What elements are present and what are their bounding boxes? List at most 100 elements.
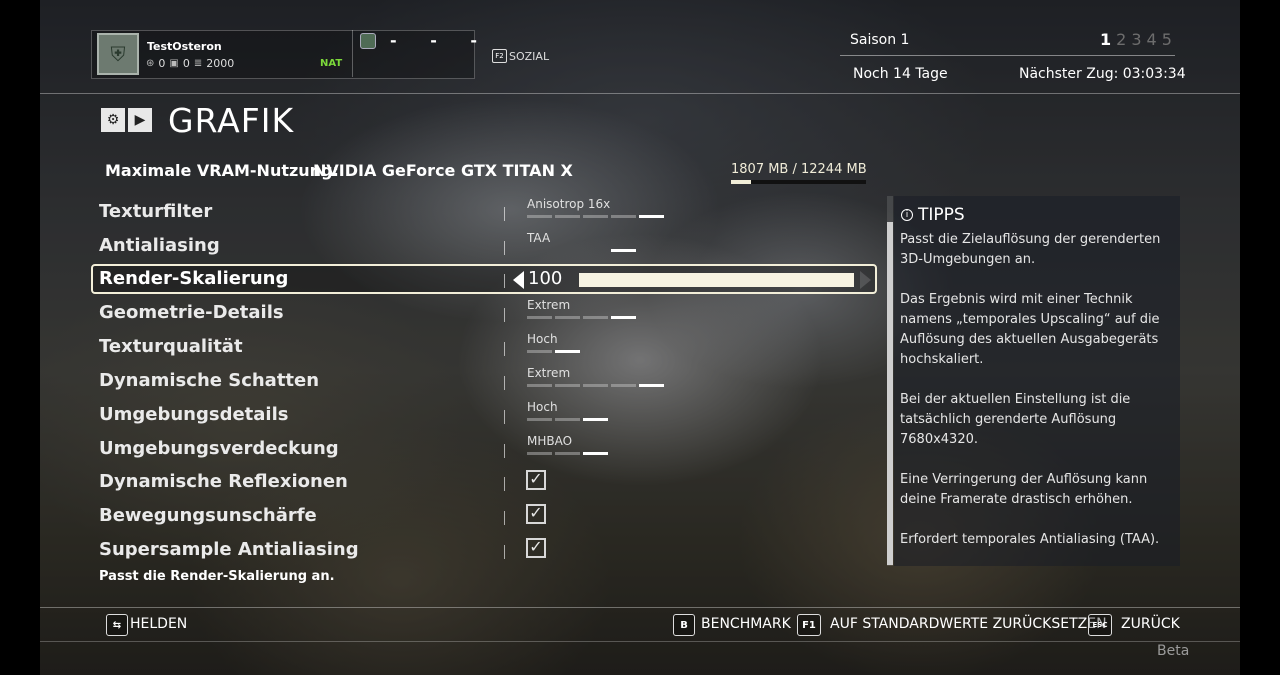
tips-body: Passt die Zielauflösung der gerenderten … bbox=[900, 230, 1175, 570]
level-segment bbox=[527, 384, 552, 387]
season-round-indicator: 1 2 3 4 5 bbox=[1100, 30, 1172, 49]
guild-emblem-icon bbox=[360, 33, 376, 49]
setting-value: TAA bbox=[527, 231, 551, 245]
level-segment bbox=[527, 316, 552, 319]
round-4: 4 bbox=[1146, 30, 1157, 49]
row-divider bbox=[504, 342, 505, 356]
render-scale-slider[interactable] bbox=[579, 273, 854, 287]
currency-icon: ≣ bbox=[193, 58, 203, 69]
checkbox-checked-icon[interactable]: ✓ bbox=[526, 470, 546, 490]
level-segment bbox=[527, 350, 552, 353]
social-button[interactable]: SOZIAL bbox=[509, 50, 549, 63]
tips-title: TIPPS bbox=[918, 205, 965, 225]
level-segment bbox=[583, 418, 608, 421]
scrollbar-thumb[interactable] bbox=[887, 222, 893, 565]
tip-paragraph: Erfordert temporales Antialiasing (TAA). bbox=[900, 532, 1160, 547]
benchmark-button[interactable]: BENCHMARK bbox=[701, 616, 791, 632]
level-segment bbox=[555, 215, 580, 218]
tips-header: i TIPPS bbox=[901, 205, 965, 225]
level-indicator bbox=[527, 249, 636, 252]
setting-label: Umgebungsdetails bbox=[99, 404, 289, 425]
round-5: 5 bbox=[1161, 30, 1172, 49]
stat-2: 0 bbox=[182, 57, 190, 70]
checkbox-checked-icon[interactable]: ✓ bbox=[526, 538, 546, 558]
game-background: ⛨ TestOsteron ⊛ 0 ▣ 0 ≣ 2000 NAT - - - F… bbox=[40, 0, 1240, 675]
render-scale-value: 100 bbox=[528, 268, 563, 289]
round-2: 2 bbox=[1116, 30, 1127, 49]
row-divider bbox=[504, 444, 505, 458]
benchmark-key[interactable]: B bbox=[673, 614, 695, 636]
heroes-button[interactable]: HELDEN bbox=[130, 616, 187, 632]
tip-paragraph: Passt die Zielauflösung der gerenderten … bbox=[900, 232, 1161, 267]
level-segment bbox=[611, 384, 636, 387]
vram-usage-bar bbox=[731, 180, 866, 184]
season-title: Saison 1 bbox=[850, 32, 910, 48]
info-icon: i bbox=[901, 209, 913, 221]
setting-row-render-skalierung[interactable]: Render-Skalierung 100 bbox=[91, 264, 877, 294]
setting-row-bewegungsunschaerfe[interactable]: Bewegungsunschärfe ✓ bbox=[91, 501, 877, 531]
reset-defaults-button[interactable]: AUF STANDARDWERTE ZURÜCKSETZEN bbox=[830, 616, 1107, 632]
setting-value: Anisotrop 16x bbox=[527, 197, 611, 211]
steel-icon: ⊛ bbox=[146, 58, 155, 69]
round-3: 3 bbox=[1131, 30, 1142, 49]
increase-arrow-icon[interactable] bbox=[860, 271, 871, 289]
level-indicator bbox=[527, 215, 664, 218]
level-segment bbox=[527, 418, 552, 421]
gpu-name: NVIDIA GeForce GTX TITAN X bbox=[313, 161, 573, 180]
heroes-key-icon[interactable]: ⇆ bbox=[106, 614, 128, 636]
setting-label: Texturfilter bbox=[99, 201, 213, 222]
level-segment bbox=[639, 215, 664, 218]
level-indicator bbox=[527, 384, 664, 387]
level-segment bbox=[639, 384, 664, 387]
setting-description: Passt die Render-Skalierung an. bbox=[99, 569, 335, 584]
setting-row-geometrie-details[interactable]: Geometrie-Details Extrem bbox=[91, 298, 877, 328]
setting-row-supersample-antialiasing[interactable]: Supersample Antialiasing ✓ bbox=[91, 535, 877, 565]
level-segment bbox=[583, 215, 608, 218]
rank-placeholder: - - - bbox=[390, 31, 492, 50]
level-segment bbox=[555, 350, 580, 353]
row-divider bbox=[504, 207, 505, 221]
setting-row-antialiasing[interactable]: Antialiasing TAA bbox=[91, 231, 877, 261]
setting-label: Umgebungsverdeckung bbox=[99, 438, 339, 459]
setting-label: Antialiasing bbox=[99, 235, 220, 256]
level-segment bbox=[611, 316, 636, 319]
vram-usage-text: 1807 MB / 12244 MB bbox=[731, 162, 867, 177]
level-indicator bbox=[527, 452, 608, 455]
setting-label: Render-Skalierung bbox=[99, 268, 289, 289]
checkbox-checked-icon[interactable]: ✓ bbox=[526, 504, 546, 524]
chest-icon: ▣ bbox=[169, 58, 179, 69]
setting-row-dynamische-schatten[interactable]: Dynamische Schatten Extrem bbox=[91, 366, 877, 396]
footer-divider-bottom bbox=[40, 641, 1240, 642]
setting-label: Texturqualität bbox=[99, 336, 243, 357]
setting-value: Hoch bbox=[527, 332, 558, 346]
setting-label: Bewegungsunschärfe bbox=[99, 505, 317, 526]
level-segment bbox=[527, 215, 552, 218]
profile-divider bbox=[352, 30, 353, 77]
reset-key[interactable]: F1 bbox=[797, 614, 821, 636]
row-divider bbox=[504, 376, 505, 390]
setting-row-texturfilter[interactable]: Texturfilter Anisotrop 16x bbox=[91, 197, 877, 227]
back-key[interactable]: ESC bbox=[1088, 614, 1112, 636]
setting-value: MHBAO bbox=[527, 434, 573, 448]
level-indicator bbox=[527, 350, 580, 353]
tip-paragraph: Eine Verringerung der Auflösung kann dei… bbox=[900, 472, 1148, 507]
decrease-arrow-icon[interactable] bbox=[513, 271, 524, 289]
row-divider bbox=[504, 274, 505, 288]
row-divider bbox=[504, 545, 505, 559]
level-indicator bbox=[527, 418, 608, 421]
setting-row-umgebungsdetails[interactable]: Umgebungsdetails Hoch bbox=[91, 400, 877, 430]
row-divider bbox=[504, 241, 505, 255]
row-divider bbox=[504, 308, 505, 322]
round-1: 1 bbox=[1100, 30, 1112, 49]
setting-row-dynamische-reflexionen[interactable]: Dynamische Reflexionen ✓ bbox=[91, 467, 877, 497]
back-button[interactable]: ZURÜCK bbox=[1121, 616, 1180, 632]
row-divider bbox=[504, 477, 505, 491]
level-indicator bbox=[527, 316, 636, 319]
level-segment bbox=[583, 316, 608, 319]
setting-label: Dynamische Schatten bbox=[99, 370, 320, 391]
season-remaining: Noch 14 Tage bbox=[853, 66, 948, 82]
setting-row-texturqualitaet[interactable]: Texturqualität Hoch bbox=[91, 332, 877, 362]
tip-paragraph: Bei der aktuellen Einstellung ist die ta… bbox=[900, 392, 1131, 447]
social-key[interactable]: F2 bbox=[492, 49, 507, 63]
setting-row-umgebungsverdeckung[interactable]: Umgebungsverdeckung MHBAO bbox=[91, 434, 877, 464]
